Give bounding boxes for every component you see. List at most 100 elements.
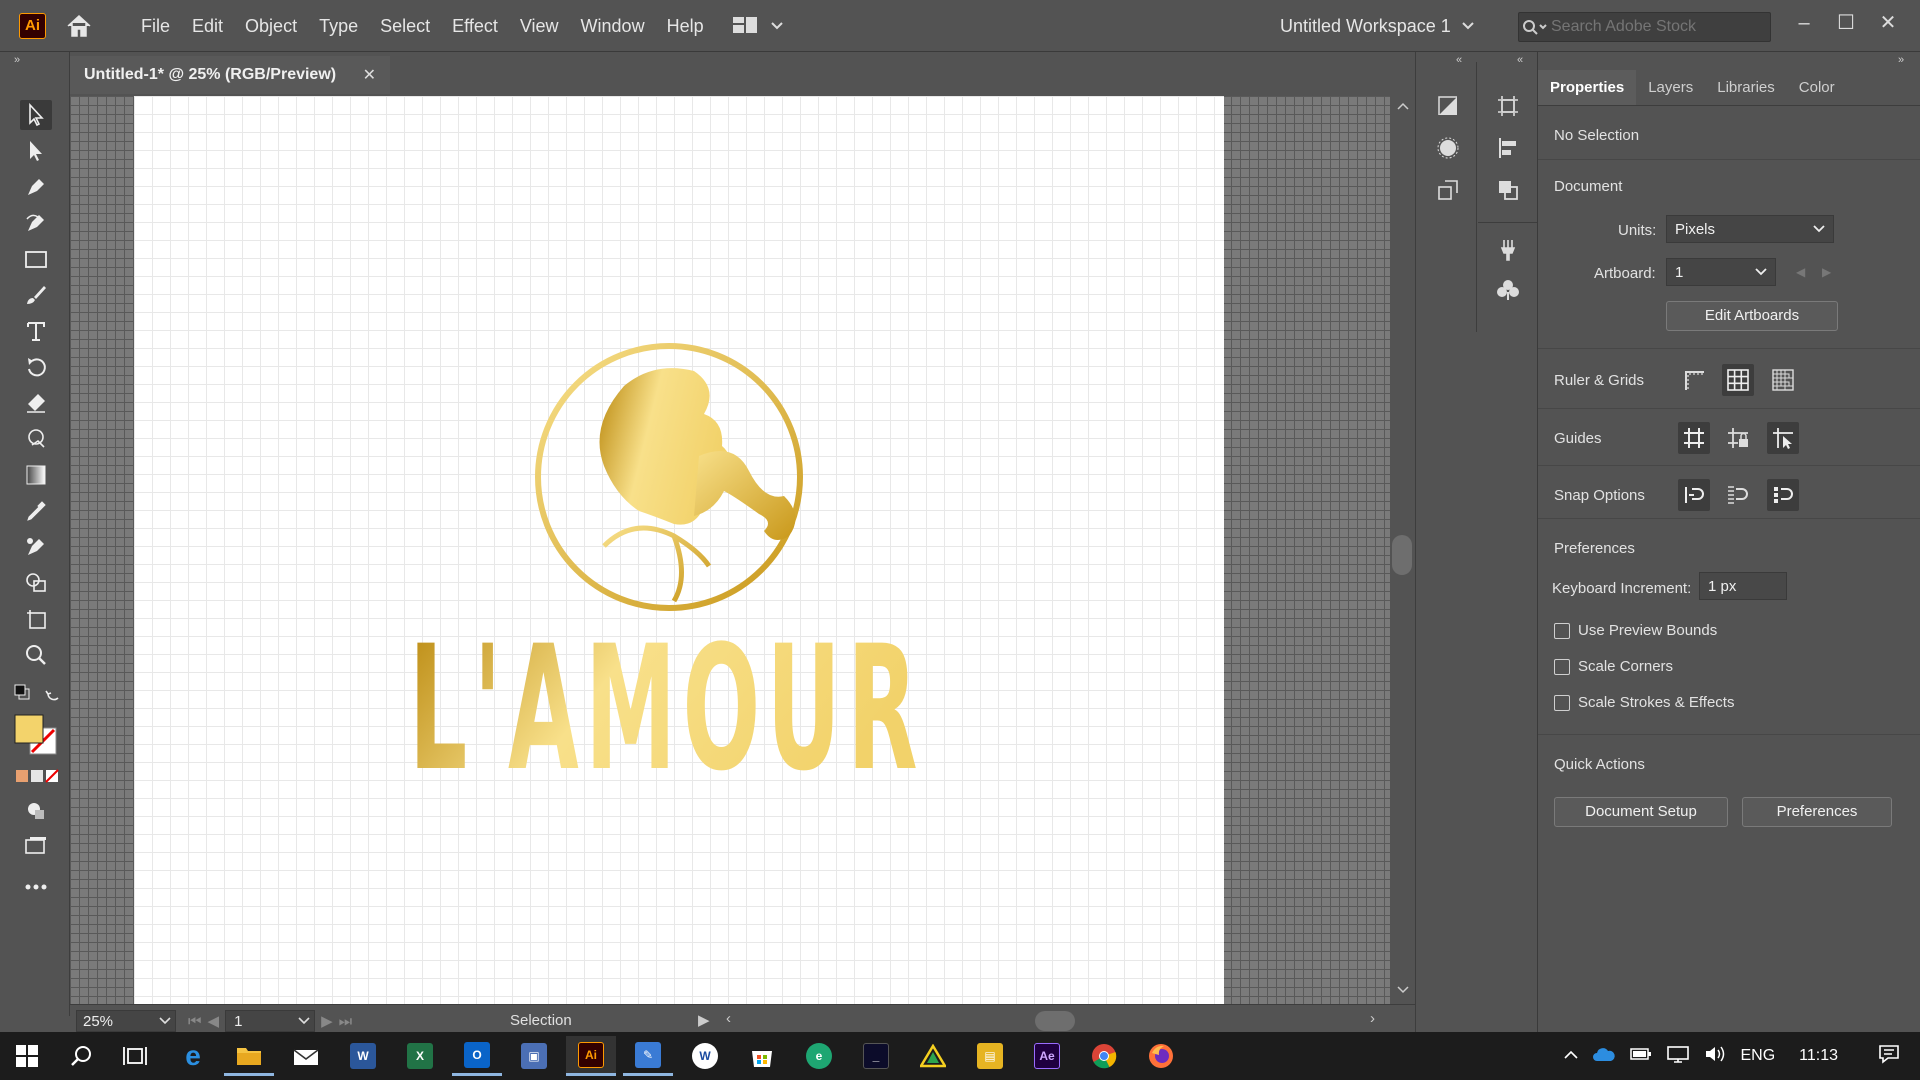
artboard-dropdown[interactable]: 1: [1666, 258, 1776, 286]
close-button[interactable]: ✕: [1871, 8, 1905, 38]
snap-to-point-icon[interactable]: [1678, 479, 1710, 511]
clock[interactable]: 11:13: [1799, 1047, 1838, 1065]
artboard-number-field[interactable]: 1: [225, 1010, 316, 1032]
artboards-icon[interactable]: [1492, 90, 1524, 122]
snap-to-glyph-icon[interactable]: [1767, 479, 1799, 511]
chrome-icon[interactable]: [1079, 1036, 1129, 1076]
menu-help[interactable]: Help: [656, 0, 715, 52]
transparency-grid-icon[interactable]: [1767, 364, 1799, 396]
vertical-scroll-thumb[interactable]: [1392, 535, 1412, 575]
last-artboard-icon[interactable]: ⏭: [339, 1013, 353, 1030]
store-icon[interactable]: [737, 1036, 787, 1076]
lamour-logo-artwork[interactable]: L'AMOUR: [134, 96, 1224, 1004]
horizontal-scroll-thumb[interactable]: [1035, 1011, 1075, 1031]
first-artboard-icon[interactable]: ⏮: [188, 1013, 202, 1030]
use-preview-bounds-checkbox[interactable]: [1554, 622, 1570, 639]
zoom-level-field[interactable]: 25%: [76, 1010, 176, 1032]
scroll-right-icon[interactable]: ›: [1370, 1010, 1375, 1027]
scale-strokes-checkbox[interactable]: [1554, 694, 1570, 711]
next-artboard-icon[interactable]: ▶: [1822, 265, 1831, 279]
maximize-button[interactable]: ☐: [1829, 8, 1863, 38]
menu-object[interactable]: Object: [234, 0, 308, 52]
lock-guides-icon[interactable]: [1722, 422, 1754, 454]
scroll-down-icon[interactable]: [1397, 986, 1409, 994]
app-generic-icon[interactable]: ▣: [509, 1036, 559, 1076]
edge-beta-icon[interactable]: e: [794, 1036, 844, 1076]
menu-select[interactable]: Select: [369, 0, 441, 52]
document-tab[interactable]: Untitled-1* @ 25% (RGB/Preview) ✕: [70, 56, 390, 94]
close-document-icon[interactable]: ✕: [363, 65, 376, 85]
task-view-icon[interactable]: [110, 1036, 160, 1076]
start-icon[interactable]: [2, 1036, 52, 1076]
workspace-switcher[interactable]: Untitled Workspace 1: [1280, 12, 1475, 40]
menu-file[interactable]: File: [130, 0, 181, 52]
scale-corners-row[interactable]: Scale Corners: [1554, 658, 1673, 675]
language-indicator[interactable]: ENG: [1740, 1047, 1775, 1065]
show-hidden-icons-icon[interactable]: [1564, 1047, 1579, 1065]
pathfinder-icon[interactable]: [1492, 174, 1524, 206]
appearance-icon[interactable]: [1432, 132, 1464, 164]
app-triangle-icon[interactable]: [908, 1036, 958, 1076]
grid-icon[interactable]: [1722, 364, 1754, 396]
color-mode-icons[interactable]: [15, 769, 59, 783]
tab-color[interactable]: Color: [1787, 70, 1847, 105]
canvas[interactable]: L'AMOUR: [70, 96, 1390, 1004]
firefox-icon[interactable]: [1136, 1036, 1186, 1076]
expand-toolbar-icon[interactable]: »: [14, 54, 20, 66]
menu-edit[interactable]: Edit: [181, 0, 234, 52]
illustrator-taskbar-icon[interactable]: Ai: [566, 1036, 616, 1076]
gradient-tool-icon[interactable]: [20, 460, 52, 490]
blend-tool-icon[interactable]: [20, 532, 52, 562]
stock-search-box[interactable]: [1518, 12, 1771, 42]
swap-fill-stroke-icon[interactable]: [44, 684, 62, 702]
notifications-icon[interactable]: [1878, 1044, 1900, 1069]
scroll-up-icon[interactable]: [1397, 102, 1409, 110]
network-icon[interactable]: [1666, 1045, 1690, 1068]
app-w-icon[interactable]: W: [680, 1036, 730, 1076]
app-paint-icon[interactable]: ✎: [623, 1036, 673, 1076]
terminal-icon[interactable]: _: [851, 1036, 901, 1076]
symbols-icon[interactable]: [1492, 274, 1524, 306]
smart-guides-icon[interactable]: [1767, 422, 1799, 454]
brushes-icon[interactable]: [1492, 234, 1524, 266]
paintbrush-tool-icon[interactable]: [20, 280, 52, 310]
app-chart-icon[interactable]: ▤: [965, 1036, 1015, 1076]
curvature-tool-icon[interactable]: [20, 208, 52, 238]
minimize-button[interactable]: –: [1787, 8, 1821, 38]
tab-properties[interactable]: Properties: [1538, 70, 1637, 105]
excel-icon[interactable]: X: [395, 1036, 445, 1076]
collapse-dock-icon[interactable]: «: [1456, 54, 1462, 66]
draw-mode-icon[interactable]: [20, 796, 52, 826]
rotate-tool-icon[interactable]: [20, 352, 52, 382]
home-icon[interactable]: [64, 13, 94, 39]
puppet-warp-tool-icon[interactable]: [20, 424, 52, 454]
screen-mode-icon[interactable]: [20, 832, 52, 862]
direct-selection-tool-icon[interactable]: [20, 136, 52, 166]
edge-icon[interactable]: e: [168, 1036, 218, 1076]
edit-toolbar-more-icon[interactable]: [20, 872, 52, 902]
artboard[interactable]: L'AMOUR: [134, 96, 1224, 1004]
word-icon[interactable]: W: [338, 1036, 388, 1076]
battery-icon[interactable]: [1630, 1047, 1652, 1066]
fill-stroke-swatch[interactable]: [14, 714, 60, 758]
collapse-dock-icon-2[interactable]: «: [1517, 54, 1523, 66]
pen-tool-icon[interactable]: [20, 172, 52, 202]
default-fill-stroke-icon[interactable]: [14, 684, 30, 700]
preferences-button[interactable]: Preferences: [1742, 797, 1892, 827]
menu-window[interactable]: Window: [570, 0, 656, 52]
artboard-tool-icon[interactable]: [20, 604, 52, 634]
arrange-documents-button[interactable]: [730, 13, 790, 39]
tab-layers[interactable]: Layers: [1636, 70, 1705, 105]
previous-artboard-icon[interactable]: ◀: [208, 1012, 220, 1030]
transparency-icon[interactable]: [1432, 90, 1464, 122]
keyboard-increment-field[interactable]: 1 px: [1699, 572, 1787, 600]
document-setup-button[interactable]: Document Setup: [1554, 797, 1728, 827]
onedrive-icon[interactable]: [1592, 1046, 1616, 1067]
show-guides-icon[interactable]: [1678, 422, 1710, 454]
selection-tool-icon[interactable]: [20, 100, 52, 130]
menu-effect[interactable]: Effect: [441, 0, 509, 52]
menu-view[interactable]: View: [509, 0, 570, 52]
align-icon[interactable]: [1492, 132, 1524, 164]
next-artboard-icon[interactable]: ▶: [321, 1012, 333, 1030]
eyedropper-tool-icon[interactable]: [20, 496, 52, 526]
